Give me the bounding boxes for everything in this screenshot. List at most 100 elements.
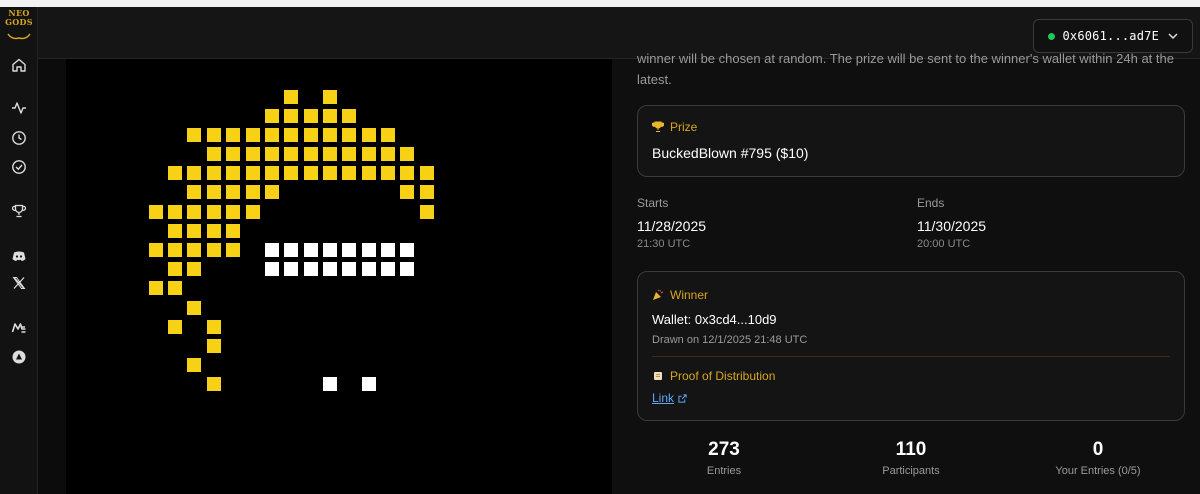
pixel-hair [342,166,356,180]
pixel-hair [265,128,279,142]
connected-status-dot [1048,32,1056,40]
pixel-hair [207,224,221,238]
logo-line-2: GODS [5,17,33,27]
brand-logo[interactable]: NEO GODS [4,9,34,45]
pixel-hair [246,185,260,199]
tensor-icon[interactable] [11,349,27,365]
pixel-hair [168,166,182,180]
pixel-hair [400,166,414,180]
pixel-eye [362,262,376,276]
pixel-hair [207,339,221,353]
starts-date: 11/28/2025 [637,218,707,234]
pixel-hair [149,281,163,295]
pixel-hair [207,166,221,180]
pixel-hair [207,377,221,391]
pixel-hair [187,243,201,257]
pixel-hair [226,224,240,238]
pixel-hair [304,109,318,123]
starts-block: Starts 11/28/2025 21:30 UTC [637,196,706,250]
top-strip [0,0,1200,7]
pixel-eye [304,243,318,257]
clock-icon[interactable] [11,130,27,146]
prize-header: Prize [652,120,697,134]
activity-icon[interactable] [11,100,27,116]
pixel-eye [381,262,395,276]
pixel-hair [400,185,414,199]
winner-divider [652,356,1170,357]
prize-name: BuckedBlown #795 ($10) [652,145,809,161]
pixel-hair [226,128,240,142]
sidebar: NEO GODS [0,7,38,494]
pixel-hair [265,166,279,180]
pixel-hair [265,109,279,123]
pixel-hair [323,128,337,142]
pixel-mouth [323,377,337,391]
pixel-eye [362,243,376,257]
home-icon[interactable] [11,57,27,73]
drawn-date: Drawn on 12/1/2025 21:48 UTC [652,334,808,346]
pixel-hair [187,128,201,142]
pixel-mouth [362,377,376,391]
pixel-eye [304,262,318,276]
pixel-hair [400,147,414,161]
winner-header: Winner [652,288,708,302]
pixel-hair [362,147,376,161]
starts-time: 21:30 UTC [637,238,691,250]
pixel-hair [226,147,240,161]
pixel-hair [323,90,337,104]
external-link-icon [678,393,687,403]
scroll-icon [654,372,662,380]
pixel-hair [246,147,260,161]
trophy-icon [652,121,664,132]
pixel-eye [400,262,414,276]
ends-label: Ends [917,196,945,210]
pixel-hair [207,205,221,219]
raffle-stats: 273 Entries 110 Participants 0 Your Entr… [637,439,1185,489]
raffle-description: winner will be chosen at random. The pri… [637,51,1174,87]
stat-your-entries: 0 Your Entries (0/5) [1018,439,1178,477]
check-circle-icon[interactable] [11,159,27,175]
winner-card: Winner Wallet: 0x3cd4...10d9 Drawn on 12… [637,271,1185,421]
ends-time: 20:00 UTC [917,238,971,250]
pixel-hair [207,147,221,161]
pixel-hair [187,262,201,276]
proof-header: Proof of Distribution [652,369,775,383]
stat-value: 110 [895,439,927,460]
pixel-hair [207,128,221,142]
pixel-hair [207,243,221,257]
pixel-hair [149,243,163,257]
pixel-hair [226,205,240,219]
winner-wallet: Wallet: 0x3cd4...10d9 [652,312,777,327]
proof-link-label: Link [652,391,675,405]
discord-icon[interactable] [11,248,27,264]
pixel-hair [323,109,337,123]
pixel-eye [265,262,279,276]
stat-label: Entries [706,465,742,477]
x-icon[interactable] [11,275,27,291]
pixel-eye [342,243,356,257]
pixel-hair [207,185,221,199]
pixel-hair [304,166,318,180]
pixel-hair [149,205,163,219]
pixel-hair [284,109,298,123]
pixel-hair [265,185,279,199]
pixel-hair [362,166,376,180]
pixel-hair [420,205,434,219]
pixel-hair [246,128,260,142]
pixel-hair [381,166,395,180]
pixel-hair [284,128,298,142]
pixel-hair [381,147,395,161]
pixel-hair [284,90,298,104]
trophy-icon[interactable] [11,203,27,219]
pixel-hair [226,185,240,199]
pixel-hair [246,166,260,180]
pixel-hair [226,243,240,257]
laurel-icon [7,33,31,40]
pixel-eye [400,243,414,257]
proof-link[interactable]: Link [652,391,687,405]
pixel-hair [168,281,182,295]
pixel-hair [187,224,201,238]
pixel-hair [420,185,434,199]
pixel-hair [187,205,201,219]
magic-eden-icon[interactable] [11,320,27,336]
